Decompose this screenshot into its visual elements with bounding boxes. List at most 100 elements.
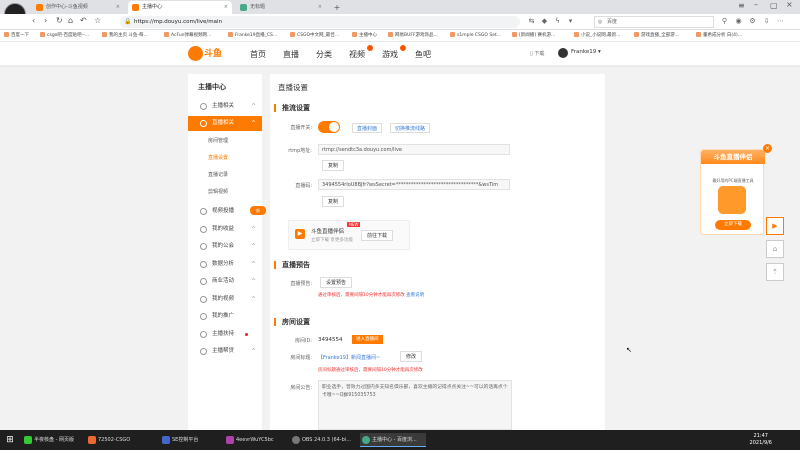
download-icon[interactable]: ⇩ <box>762 17 771 26</box>
lock-icon: 🔒 <box>124 18 132 25</box>
sidebar-item-guild[interactable]: 我的公会 ^ <box>188 239 262 254</box>
bookmark-item[interactable]: 小说_小说网,最新... <box>574 32 620 38</box>
dropdown-icon[interactable]: ▾ <box>566 17 575 26</box>
lightning-icon[interactable]: ϟ <box>553 17 562 26</box>
bookmark-item[interactable]: s1mple CSGO Set... <box>450 32 501 38</box>
go-download-button[interactable]: 前往下载 <box>361 230 394 241</box>
home-icon[interactable]: ⌂ <box>766 240 784 258</box>
sidebar-sub-live-records[interactable]: 直播记录 <box>188 168 262 183</box>
bookmark-item[interactable]: Franke19直播_CS... <box>228 32 277 38</box>
close-icon[interactable]: × <box>224 1 228 14</box>
taskbar-item[interactable]: 4eevrWuYC5bc <box>224 433 284 447</box>
notification-dot <box>400 45 406 51</box>
bookmark-star-icon[interactable]: ☆ <box>94 16 101 25</box>
settings-icon[interactable]: ⚙ <box>748 17 757 26</box>
nav-video[interactable]: 视频 <box>349 49 365 60</box>
back-icon[interactable]: ‹ <box>32 16 35 25</box>
chevron-icon: ^ <box>250 278 256 285</box>
sidebar-sub-live-settings[interactable]: 直播设置 <box>188 151 262 166</box>
taskbar-item[interactable]: SE控制平台 <box>160 433 220 447</box>
promo-download-button[interactable]: 立即下载 <box>715 220 751 230</box>
sidebar-item-live[interactable]: 直播相关 ^ <box>188 116 262 131</box>
address-bar[interactable]: 🔒 https://mp.douyu.com/live/main <box>120 16 520 28</box>
new-badge: NEW <box>347 222 361 227</box>
bookmark-item[interactable]: AcFun弹幕视频网... <box>164 32 211 38</box>
maximize-icon[interactable]: ▢ <box>770 1 778 10</box>
taskbar-item[interactable]: OBS 24.0.3 (64-bi... <box>290 433 356 447</box>
taskbar-item-active[interactable]: 主播中心 - 百度浏... <box>360 433 426 447</box>
bookmark-item[interactable]: [新闻播] 赛机游... <box>512 32 555 38</box>
search-icon[interactable]: ⚲ <box>720 17 729 26</box>
new-tab-button[interactable]: + <box>330 1 344 14</box>
download-link[interactable]: ▯ 下载 <box>530 50 544 57</box>
chevron-icon: ^ <box>250 243 256 250</box>
window-close-icon[interactable]: × <box>786 0 793 9</box>
announcement-textarea[interactable]: 职业选手，曾效力过国内多支知名俱乐部，喜欢主播的记得点点关注~~可以的话再点个卡… <box>318 380 512 430</box>
nav-home[interactable]: 首页 <box>250 49 266 60</box>
undo-icon[interactable]: ↶ <box>80 16 87 25</box>
bookmark-item[interactable]: 网易BUFF游戏饰品... <box>388 32 438 38</box>
tab-untitled[interactable]: 无标题 × <box>236 1 326 14</box>
nav-fishbar[interactable]: 鱼吧 <box>415 49 431 60</box>
douyu-logo[interactable]: 斗鱼 <box>188 45 232 62</box>
sidebar-item-my-videos[interactable]: 我的视频 ^ <box>188 292 262 307</box>
enter-room-button[interactable]: 进入直播间 <box>352 335 383 344</box>
nav-games[interactable]: 游戏 <box>382 49 398 60</box>
bookmark-item[interactable]: CSGO中文网_最佳... <box>290 32 339 38</box>
top-icon[interactable]: ⇡ <box>766 263 784 281</box>
room-id-label: 房间ID: <box>294 338 312 344</box>
taskbar-item[interactable]: 半夜核盘 - 网页版 <box>22 433 82 447</box>
taskbar-item[interactable]: 72502-CSGO <box>86 433 146 447</box>
bookmark-item[interactable]: 董希成分析 白(4)... <box>696 32 742 38</box>
close-icon[interactable]: × <box>763 144 772 153</box>
new-badge: 新 <box>250 206 266 215</box>
tab-creator-center[interactable]: 创作中心-斗鱼视频 × <box>32 1 124 14</box>
minimize-icon[interactable]: – <box>754 0 758 9</box>
more-icon[interactable]: ⋯ <box>776 17 785 26</box>
companion-promo[interactable]: 斗鱼直播伴侣 最好用的PC端直播工具 立即下载 <box>700 149 765 235</box>
sidebar-item-analytics[interactable]: 数据分析 ^ <box>188 257 262 272</box>
view-instructions-link[interactable]: 查看说明 <box>406 293 424 298</box>
forward-icon[interactable]: › <box>44 16 47 25</box>
reload-icon[interactable]: ↻ <box>56 16 63 25</box>
nav-live[interactable]: 直播 <box>283 49 299 60</box>
section-live-notice: 直播预告 <box>274 261 310 269</box>
bookmark-item[interactable]: 主播中心 <box>352 32 377 38</box>
set-notice-button[interactable]: 设置预告 <box>320 277 353 288</box>
search-input[interactable]: ◎ 百度 <box>594 16 714 28</box>
bookmark-item[interactable]: 游戏直播_全部游... <box>634 32 679 38</box>
extension-icon[interactable]: ◆ <box>540 17 549 26</box>
copy-rtmp-button[interactable]: 复制 <box>322 160 345 171</box>
stream-code-field[interactable]: 3494554rloU8BJfr?wsSecret=**************… <box>318 179 510 190</box>
tab-streamer-center[interactable]: 主播中心 × <box>128 1 232 14</box>
windows-start-icon[interactable]: ⊞ <box>4 434 16 446</box>
sidebar-sub-clips[interactable]: 剪辑视频 <box>188 185 262 200</box>
sidebar-item-business[interactable]: 商业活动 ^ <box>188 274 262 289</box>
switch-line-button[interactable]: 切换推流线路 <box>390 123 431 133</box>
menu-icon[interactable]: ≡ <box>738 1 745 10</box>
sidebar-item-support[interactable]: 主播扶持 <box>188 327 262 342</box>
home-icon[interactable]: ⌂ <box>68 16 73 25</box>
rtmp-field[interactable]: rtmp://sendtc3a.douyu.com/live <box>318 144 510 155</box>
close-icon[interactable]: × <box>318 1 322 14</box>
bookmark-item[interactable]: 我的主页 斗鱼-每... <box>102 32 148 38</box>
copy-code-button[interactable]: 复制 <box>322 196 345 207</box>
sidebar-item-promotion[interactable]: 我的推广 <box>188 309 262 324</box>
sidebar-item-streamer[interactable]: 主播相关 ^ <box>188 99 262 114</box>
sidebar-sub-room-manage[interactable]: 房间管理 <box>188 134 262 149</box>
close-icon[interactable]: × <box>116 1 120 14</box>
share-icon[interactable]: ⇆ <box>527 17 536 26</box>
stream-toggle[interactable] <box>318 121 340 133</box>
edit-title-button[interactable]: 修改 <box>400 351 423 362</box>
clock[interactable]: 21:47 2021/9/6 <box>750 433 772 447</box>
bookmark-item[interactable]: 百度一下 <box>4 32 29 38</box>
promo-title: 斗鱼直播伴侣 <box>701 150 765 164</box>
user-icon[interactable]: ◉ <box>734 17 743 26</box>
cover-button[interactable]: 直播封面 <box>352 123 383 133</box>
bookmark-item[interactable]: csgo吧-百度贴吧--... <box>40 32 89 38</box>
sidebar-item-earnings[interactable]: 我的收益 ^ <box>188 222 262 237</box>
nav-category[interactable]: 分类 <box>316 49 332 60</box>
play-icon[interactable]: ▶ <box>766 217 784 235</box>
sidebar-item-loan[interactable]: 主播帮贷 ^ <box>188 344 262 359</box>
sidebar-item-video[interactable]: 视频投播新 <box>188 204 266 219</box>
